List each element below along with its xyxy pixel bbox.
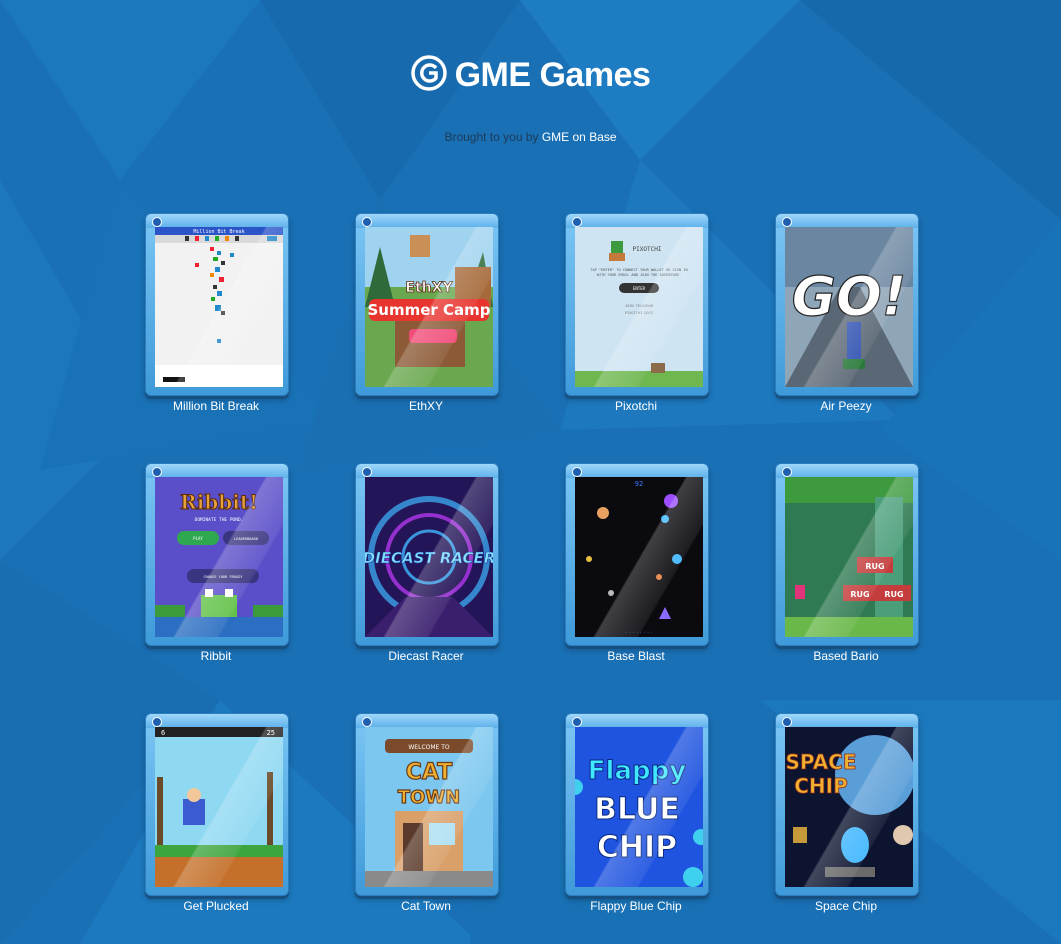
game-art: DIECAST RACER xyxy=(365,477,493,637)
svg-text:CAT: CAT xyxy=(406,760,452,785)
svg-text:92: 92 xyxy=(635,480,643,488)
game-art: Million Bit Break xyxy=(155,227,283,387)
game-art: 92 • • • • • • • • xyxy=(575,477,703,637)
svg-text:Flappy: Flappy xyxy=(588,756,686,786)
game-title[interactable]: Based Bario xyxy=(755,649,937,663)
svg-text:RUG: RUG xyxy=(850,590,869,599)
game-art: GO! xyxy=(785,227,913,387)
game-art: EthXY Summer Camp xyxy=(365,227,493,387)
svg-text:GO!: GO! xyxy=(792,265,907,328)
game-art: Flappy BLUE CHIP xyxy=(575,727,703,887)
svg-text:Summer Camp: Summer Camp xyxy=(367,301,490,319)
svg-text:JOIN TELEGRAM: JOIN TELEGRAM xyxy=(625,304,654,308)
svg-text:SPACE: SPACE xyxy=(785,750,856,774)
game-art: RUG RUG RUG xyxy=(785,477,913,637)
game-title[interactable]: Million Bit Break xyxy=(125,399,307,413)
svg-text:TOWN: TOWN xyxy=(398,787,461,808)
game-art: WELCOME TO CAT TOWN xyxy=(365,727,493,887)
game-title[interactable]: Cat Town xyxy=(335,899,517,913)
svg-text:BLUE: BLUE xyxy=(594,792,680,827)
site-title: GME Games xyxy=(454,56,651,94)
game-title[interactable]: Base Blast xyxy=(545,649,727,663)
game-art: SPACE CHIP xyxy=(785,727,913,887)
game-title[interactable]: Flappy Blue Chip xyxy=(545,899,727,913)
svg-text:CHIP: CHIP xyxy=(794,774,848,798)
gme-on-base-link[interactable]: GME on Base xyxy=(542,130,617,144)
game-title[interactable]: Diecast Racer xyxy=(335,649,517,663)
svg-text:CHOOSE YOUR FROGGY: CHOOSE YOUR FROGGY xyxy=(204,575,244,579)
svg-text:PIXOTCHI DOCS: PIXOTCHI DOCS xyxy=(625,311,653,315)
game-art: Ribbit! DOMINATE THE POND. PLAY LEADERBO… xyxy=(155,477,283,637)
svg-text:RUG: RUG xyxy=(884,590,903,599)
svg-text:WELCOME TO: WELCOME TO xyxy=(408,744,450,751)
byline: Brought to you by GME on Base xyxy=(0,130,1061,144)
svg-text:• • • • • • • •: • • • • • • • • xyxy=(625,630,652,634)
svg-text:6: 6 xyxy=(161,729,165,737)
svg-text:DIECAST RACER: DIECAST RACER xyxy=(365,549,493,567)
site-header: GME Games xyxy=(0,55,1061,96)
svg-text:LEADERBOARD: LEADERBOARD xyxy=(234,537,258,541)
svg-text:WITH YOUR EMAIL AND JOIN THE A: WITH YOUR EMAIL AND JOIN THE ADVENTURE. xyxy=(597,273,681,277)
game-title[interactable]: EthXY xyxy=(335,399,517,413)
svg-text:CHIP: CHIP xyxy=(597,830,677,865)
game-title[interactable]: Pixotchi xyxy=(545,399,727,413)
byline-prefix: Brought to you by xyxy=(444,130,539,144)
game-title[interactable]: Get Plucked xyxy=(125,899,307,913)
game-title[interactable]: Ribbit xyxy=(125,649,307,663)
gme-logo-icon[interactable] xyxy=(410,55,447,96)
svg-text:TAP "ENTER" TO CONNECT YOUR WA: TAP "ENTER" TO CONNECT YOUR WALLET OR SI… xyxy=(590,268,687,272)
svg-text:PLAY: PLAY xyxy=(193,536,203,541)
svg-text:PIXOTCHI: PIXOTCHI xyxy=(633,246,662,253)
svg-text:RUG: RUG xyxy=(865,562,884,571)
game-title[interactable]: Space Chip xyxy=(755,899,937,913)
game-art: PIXOTCHI TAP "ENTER" TO CONNECT YOUR WAL… xyxy=(575,227,703,387)
svg-text:ENTER: ENTER xyxy=(633,286,646,291)
game-title[interactable]: Air Peezy xyxy=(755,399,937,413)
game-art: 6 25 xyxy=(155,727,283,887)
svg-text:DOMINATE THE POND.: DOMINATE THE POND. xyxy=(195,517,244,523)
svg-text:Ribbit!: Ribbit! xyxy=(180,490,258,514)
svg-text:25: 25 xyxy=(267,729,275,737)
svg-text:EthXY: EthXY xyxy=(405,280,453,296)
svg-text:Million Bit Break: Million Bit Break xyxy=(193,229,244,235)
